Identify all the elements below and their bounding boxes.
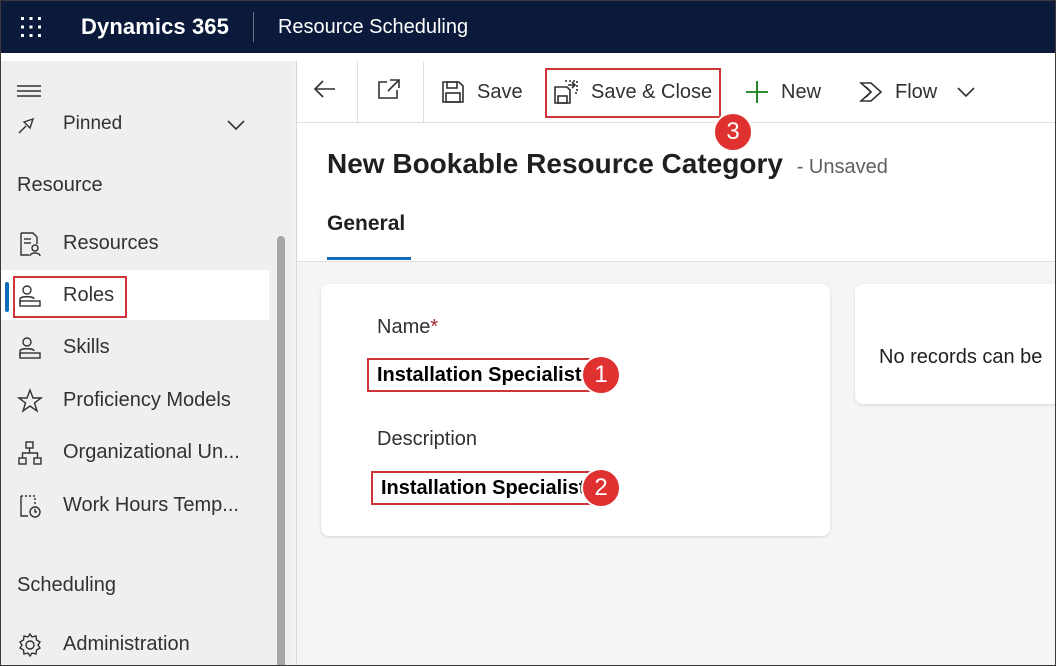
app-name[interactable]: Dynamics 365: [61, 14, 253, 40]
sidebar-item-label: Administration: [63, 632, 190, 655]
command-bar: Save Save & Close New Flow: [297, 61, 1055, 123]
required-marker: *: [430, 316, 439, 338]
sidebar-item-organizational-units[interactable]: Organizational Un...: [1, 427, 269, 477]
star-icon: [16, 388, 44, 414]
hamburger-menu-icon[interactable]: [17, 83, 41, 104]
pin-icon: [17, 115, 37, 141]
resources-icon: [17, 231, 43, 257]
app-window: Dynamics 365 Resource Scheduling Pinned …: [0, 0, 1056, 666]
name-field-label: Name*: [377, 316, 438, 339]
name-label-text: Name: [377, 316, 431, 338]
save-button[interactable]: Save: [441, 61, 523, 123]
gear-icon: [17, 632, 43, 658]
new-label: New: [781, 80, 822, 103]
org-chart-icon: [17, 440, 43, 466]
sidebar-pinned[interactable]: Pinned: [17, 115, 247, 141]
callout-badge-2: 2: [581, 468, 621, 508]
save-label: Save: [477, 80, 523, 103]
tab-general[interactable]: General: [327, 212, 405, 236]
general-section-card: Name* Installation Specialist Descriptio…: [321, 284, 830, 536]
calendar-clock-icon: [17, 493, 43, 519]
callout-badge-1: 1: [581, 355, 621, 395]
sidebar-item-administration[interactable]: Administration: [1, 619, 269, 665]
flow-icon: [859, 81, 883, 103]
plus-icon: [745, 80, 769, 104]
cmd-separator: [357, 61, 358, 123]
back-button[interactable]: [313, 61, 343, 123]
skills-icon: [17, 335, 43, 361]
record-title-text: New Bookable Resource Category: [327, 148, 783, 179]
app-launcher-icon[interactable]: [1, 1, 61, 53]
sidebar-item-resources[interactable]: Resources: [1, 218, 269, 268]
record-status: - Unsaved: [796, 156, 888, 178]
sidebar-item-label: Organizational Un...: [63, 440, 240, 463]
flow-label: Flow: [895, 80, 938, 103]
sidebar-item-skills[interactable]: Skills: [1, 322, 269, 372]
pinned-label: Pinned: [63, 115, 123, 134]
top-bar: Dynamics 365 Resource Scheduling: [1, 1, 1055, 53]
section-title-scheduling: Scheduling: [17, 574, 116, 596]
description-field-label: Description: [377, 428, 478, 450]
sidebar-scrollbar[interactable]: [277, 236, 285, 665]
new-button[interactable]: New: [745, 61, 821, 123]
sidebar-item-label: Skills: [63, 335, 110, 358]
back-arrow-icon: [313, 79, 337, 105]
related-records-card: No records can be: [855, 284, 1055, 404]
selection-indicator: [5, 282, 9, 312]
sidebar-item-label: Proficiency Models: [63, 388, 231, 411]
callout-badge-3: 3: [713, 112, 753, 152]
sidebar: Pinned Resource Resources Roles Skills P…: [1, 61, 291, 665]
sidebar-item-proficiency-models[interactable]: Proficiency Models: [1, 375, 269, 425]
chevron-down-icon[interactable]: [227, 115, 245, 137]
cmd-separator: [423, 61, 424, 123]
form-header: New Bookable Resource Category - Unsaved…: [297, 124, 1055, 262]
no-records-message: No records can be: [879, 346, 1043, 368]
page-title: New Bookable Resource Category - Unsaved: [327, 148, 888, 180]
name-field[interactable]: Installation Specialist: [367, 358, 592, 392]
sidebar-item-work-hours-templates[interactable]: Work Hours Temp...: [1, 480, 269, 530]
open-new-window-icon: [377, 78, 401, 106]
more-commands-button[interactable]: [957, 61, 975, 123]
area-name[interactable]: Resource Scheduling: [254, 16, 468, 39]
save-close-highlight-box: [545, 68, 721, 118]
flow-button[interactable]: Flow: [859, 61, 937, 123]
sidebar-item-label: Resources: [63, 231, 159, 254]
roles-highlight-box: [13, 276, 127, 318]
save-icon: [441, 80, 465, 104]
sidebar-item-label: Work Hours Temp...: [63, 493, 239, 516]
open-in-new-window-button[interactable]: [377, 61, 405, 123]
tab-active-underline: [327, 257, 411, 260]
section-title-resource: Resource: [17, 174, 103, 196]
description-field[interactable]: Installation Specialist: [371, 471, 596, 505]
main-content: New Bookable Resource Category - Unsaved…: [297, 124, 1055, 665]
chevron-down-icon: [957, 86, 975, 98]
